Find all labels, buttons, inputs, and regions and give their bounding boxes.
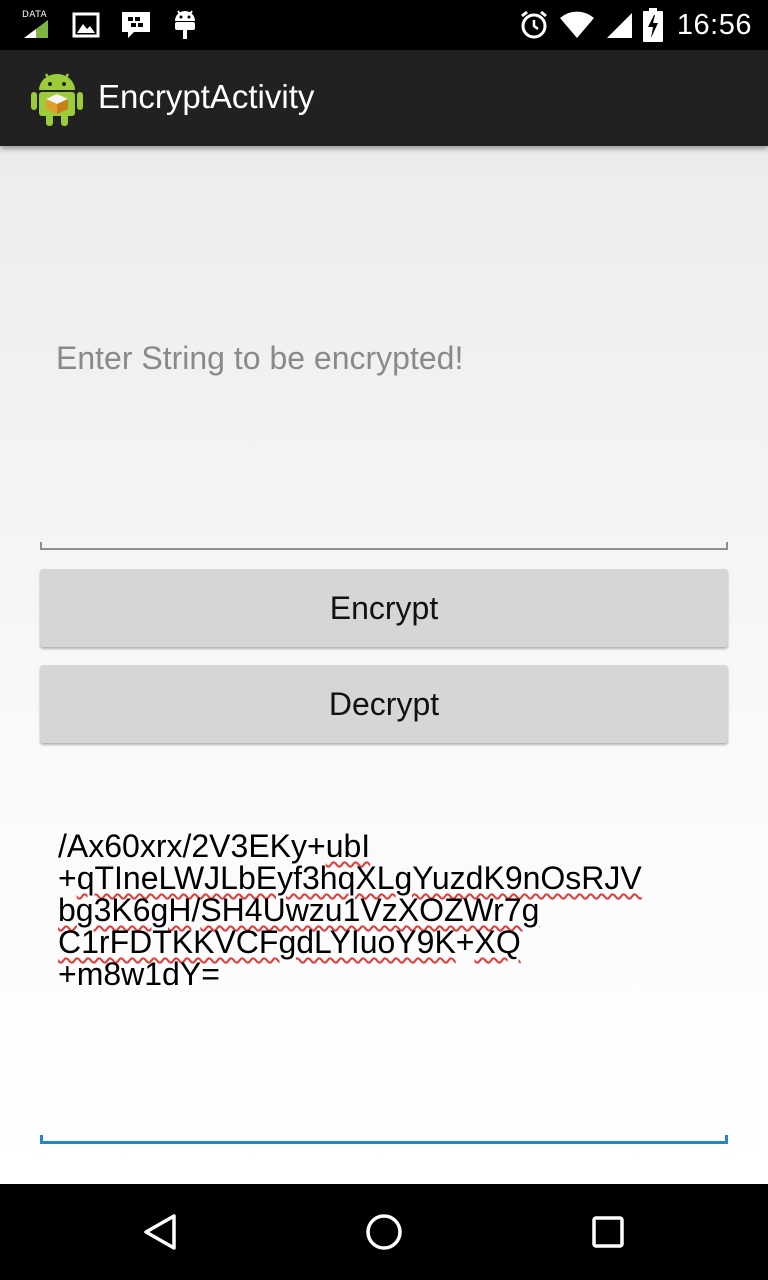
plaintext-input[interactable]: Enter String to be encrypted! <box>40 146 728 552</box>
ciphertext-field-underline <box>40 1135 728 1144</box>
ciphertext-line: +qTIneLWJLbEyf3hqXLgYuzdK9nOsRJV <box>58 862 718 894</box>
spellcheck-segment: ubI <box>325 828 371 864</box>
text-segment: + <box>455 924 475 960</box>
wifi-icon <box>559 11 595 39</box>
back-triangle-icon[interactable] <box>130 1202 190 1262</box>
alarm-icon <box>519 10 549 40</box>
encrypt-button[interactable]: Encrypt <box>40 569 728 647</box>
battery-charging-icon <box>642 8 663 42</box>
recents-square-icon[interactable] <box>578 1202 638 1262</box>
text-segment: +m8w1dY= <box>58 956 220 992</box>
spellcheck-segment: qTIneLWJLbEyf3hqXLgYuzdK9nOsRJV <box>76 860 642 896</box>
bbm-icon <box>120 10 152 40</box>
text-segment: + <box>58 860 77 896</box>
ciphertext-line: +m8w1dY= <box>58 958 718 990</box>
system-icons: 16:56 <box>519 6 752 44</box>
data-signal-icon: DATA <box>22 10 52 40</box>
page-title: EncryptActivity <box>98 78 315 115</box>
spellcheck-segment: SH4Uwzu1VzXOZWr7g <box>200 892 540 928</box>
navigation-bar <box>0 1184 768 1280</box>
ciphertext-text: /Ax60xrx/2V3EKy+ubI +qTIneLWJLbEyf3hqXLg… <box>58 830 718 990</box>
plaintext-input-placeholder: Enter String to be encrypted! <box>56 340 464 376</box>
ciphertext-line: C1rFDTKKVCFgdLYIuoY9K+XQ <box>58 926 718 958</box>
spellcheck-segment: XQ <box>474 924 521 960</box>
notification-icons: DATA <box>22 8 198 42</box>
home-circle-icon[interactable] <box>354 1202 414 1262</box>
plaintext-input-underline <box>40 542 728 550</box>
text-segment: / <box>191 892 201 928</box>
spellcheck-segment: C1rFDTKKVCFgdLYIuoY9K <box>58 924 456 960</box>
action-bar: EncryptActivity <box>0 50 768 146</box>
spellcheck-segment: bg3K6gH <box>58 892 192 928</box>
decrypt-button[interactable]: Decrypt <box>40 665 728 743</box>
ciphertext-field[interactable]: /Ax60xrx/2V3EKy+ubI +qTIneLWJLbEyf3hqXLg… <box>40 820 728 1146</box>
cell-signal-icon <box>605 11 633 39</box>
android-app-icon <box>30 68 84 128</box>
ciphertext-line: bg3K6gH/SH4Uwzu1VzXOZWr7g <box>58 894 718 926</box>
android-icon <box>172 9 198 41</box>
status-time: 16:56 <box>676 8 752 41</box>
status-bar: DATA 16:56 <box>0 0 768 50</box>
ciphertext-line: /Ax60xrx/2V3EKy+ubI <box>58 830 718 862</box>
image-icon <box>72 12 100 38</box>
text-segment: /Ax60xrx/2V3EKy+ <box>58 828 326 864</box>
